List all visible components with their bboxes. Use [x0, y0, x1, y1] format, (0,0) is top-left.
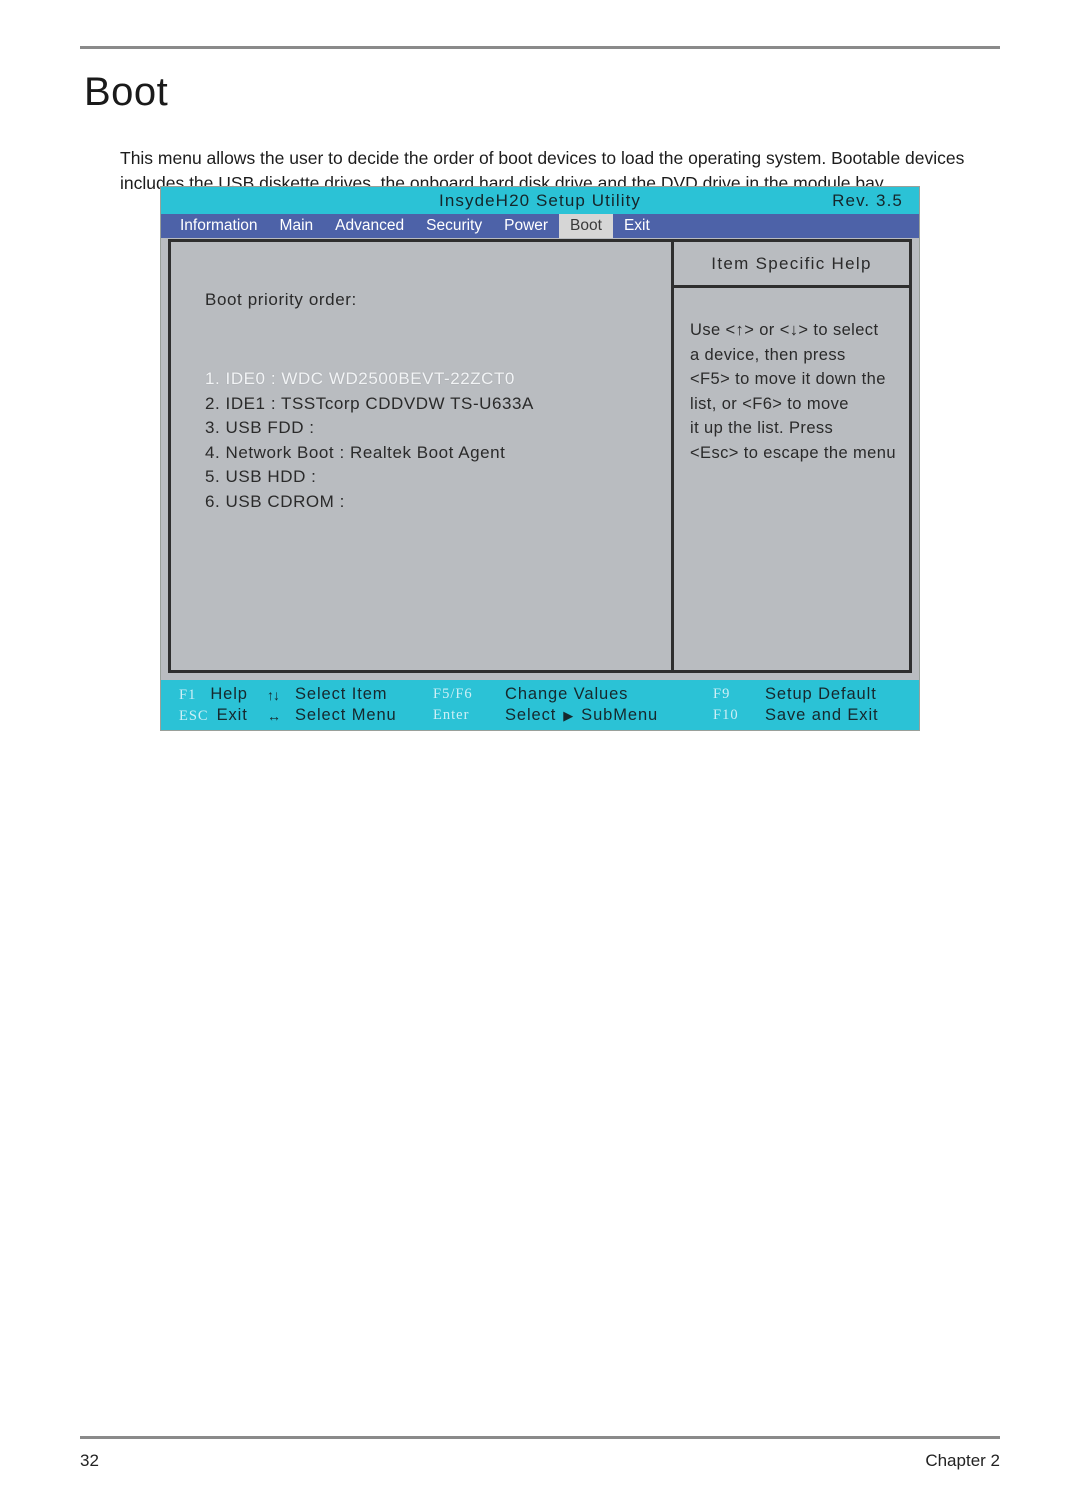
fnkey-desc: Save and Exit — [765, 706, 879, 724]
boot-list-item[interactable]: 1. IDE0 : WDC WD2500BEVT-22ZCT0 — [205, 367, 661, 392]
fnkey-enter-label[interactable]: Enter — [433, 707, 505, 724]
fnkey-select-submenu: Select ▶ SubMenu — [505, 706, 713, 725]
help-panel-body: Use <↑> or <↓> to select a device, then … — [674, 288, 909, 465]
fnkey-save-and-exit: Save and Exit — [765, 706, 879, 725]
boot-priority-list[interactable]: 1. IDE0 : WDC WD2500BEVT-22ZCT0 2. IDE1 … — [205, 367, 661, 514]
help-panel-title: Item Specific Help — [674, 242, 909, 288]
fnkey-f10-label[interactable]: F10 — [713, 707, 765, 724]
footer-chapter: Chapter 2 — [925, 1451, 1000, 1470]
page-footer: 32 Chapter 2 — [80, 1448, 1000, 1474]
tab-advanced[interactable]: Advanced — [324, 214, 415, 238]
tab-security[interactable]: Security — [415, 214, 493, 238]
bios-title: InsydeH20 Setup Utility — [439, 190, 641, 210]
boot-list-item[interactable]: 5. USB HDD : — [205, 465, 661, 490]
bios-menubar[interactable]: Information Main Advanced Security Power… — [161, 214, 919, 238]
arrow-glyph: ↑↓ — [267, 686, 280, 703]
tab-power[interactable]: Power — [493, 214, 559, 238]
help-line: it up the list. Press — [690, 419, 834, 437]
function-key-row-1: F1 Help ↑↓ Select Item F5/F6 Change Valu… — [161, 684, 919, 705]
fnkey-desc: Exit — [216, 706, 248, 724]
arrow-glyph: ↔ — [267, 707, 281, 724]
fnkey-desc: Change Values — [505, 685, 629, 703]
updown-arrow-icon: ↑↓ — [267, 688, 295, 702]
item-specific-help-panel: Item Specific Help Use <↑> or <↓> to sel… — [674, 242, 909, 670]
fnkey-select-menu: Select Menu — [295, 706, 433, 725]
function-key-row-2: ESC Exit ↔ Select Menu Enter Select ▶ Su… — [161, 705, 919, 726]
help-line: <Esc> to escape the menu — [690, 443, 896, 462]
boot-priority-panel: Boot priority order: 1. IDE0 : WDC WD250… — [171, 242, 674, 670]
fnkey-label: F10 — [713, 707, 739, 723]
help-line: list, or <F6> to move — [690, 394, 849, 413]
footer-page-number: 32 — [80, 1451, 99, 1470]
submenu-triangle-icon: ▶ — [563, 708, 575, 723]
fnkey-desc: SubMenu — [581, 706, 659, 724]
fnkey-select-item: Select Item — [295, 685, 433, 704]
fnkey-change-values: Change Values — [505, 685, 713, 704]
boot-priority-label: Boot priority order: — [205, 290, 357, 309]
footer-rule — [80, 1436, 1000, 1439]
boot-list-item[interactable]: 3. USB FDD : — [205, 416, 661, 441]
tab-information[interactable]: Information — [169, 214, 269, 238]
page: Boot This menu allows the user to decide… — [0, 0, 1080, 1512]
boot-list-item[interactable]: 6. USB CDROM : — [205, 490, 661, 515]
fnkey-desc: Select — [505, 706, 557, 724]
boot-list-item[interactable]: 4. Network Boot : Realtek Boot Agent — [205, 441, 661, 466]
fnkey-f5f6-label[interactable]: F5/F6 — [433, 686, 505, 703]
header-rule — [80, 46, 1000, 49]
fnkey-label: F9 — [713, 686, 731, 702]
tab-exit[interactable]: Exit — [613, 214, 661, 238]
boot-list-item[interactable]: 2. IDE1 : TSSTcorp CDDVDW TS-U633A — [205, 392, 661, 417]
fnkey-desc: Select Item — [295, 685, 388, 703]
fnkey-label: F1 — [179, 687, 197, 703]
tab-main[interactable]: Main — [269, 214, 325, 238]
fnkey-desc: Help — [210, 685, 248, 703]
help-line: a device, then press — [690, 345, 846, 364]
bios-setup-window: InsydeH20 Setup Utility Rev. 3.5 Informa… — [160, 186, 920, 731]
fnkey-label: ESC — [179, 708, 209, 724]
help-line: <F5> to move it down the — [690, 370, 886, 388]
fnkey-desc: Setup Default — [765, 685, 877, 703]
bios-revision: Rev. 3.5 — [832, 190, 903, 210]
fnkey-f1-help[interactable]: F1 Help — [179, 685, 267, 704]
fnkey-label: F5/F6 — [433, 686, 473, 702]
bios-content-area: Boot priority order: 1. IDE0 : WDC WD250… — [168, 239, 912, 673]
tab-boot[interactable]: Boot — [559, 214, 613, 238]
fnkey-label: Enter — [433, 707, 470, 723]
function-key-bar: F1 Help ↑↓ Select Item F5/F6 Change Valu… — [161, 680, 919, 730]
fnkey-esc-exit[interactable]: ESC Exit — [179, 706, 267, 725]
fnkey-desc: Select Menu — [295, 706, 397, 724]
bios-titlebar: InsydeH20 Setup Utility Rev. 3.5 — [161, 187, 919, 214]
fnkey-f9-label[interactable]: F9 — [713, 686, 765, 703]
leftright-arrow-icon: ↔ — [267, 709, 295, 723]
page-title: Boot — [84, 70, 169, 114]
fnkey-setup-default: Setup Default — [765, 685, 877, 704]
help-line: Use <↑> or <↓> to select — [690, 321, 879, 339]
